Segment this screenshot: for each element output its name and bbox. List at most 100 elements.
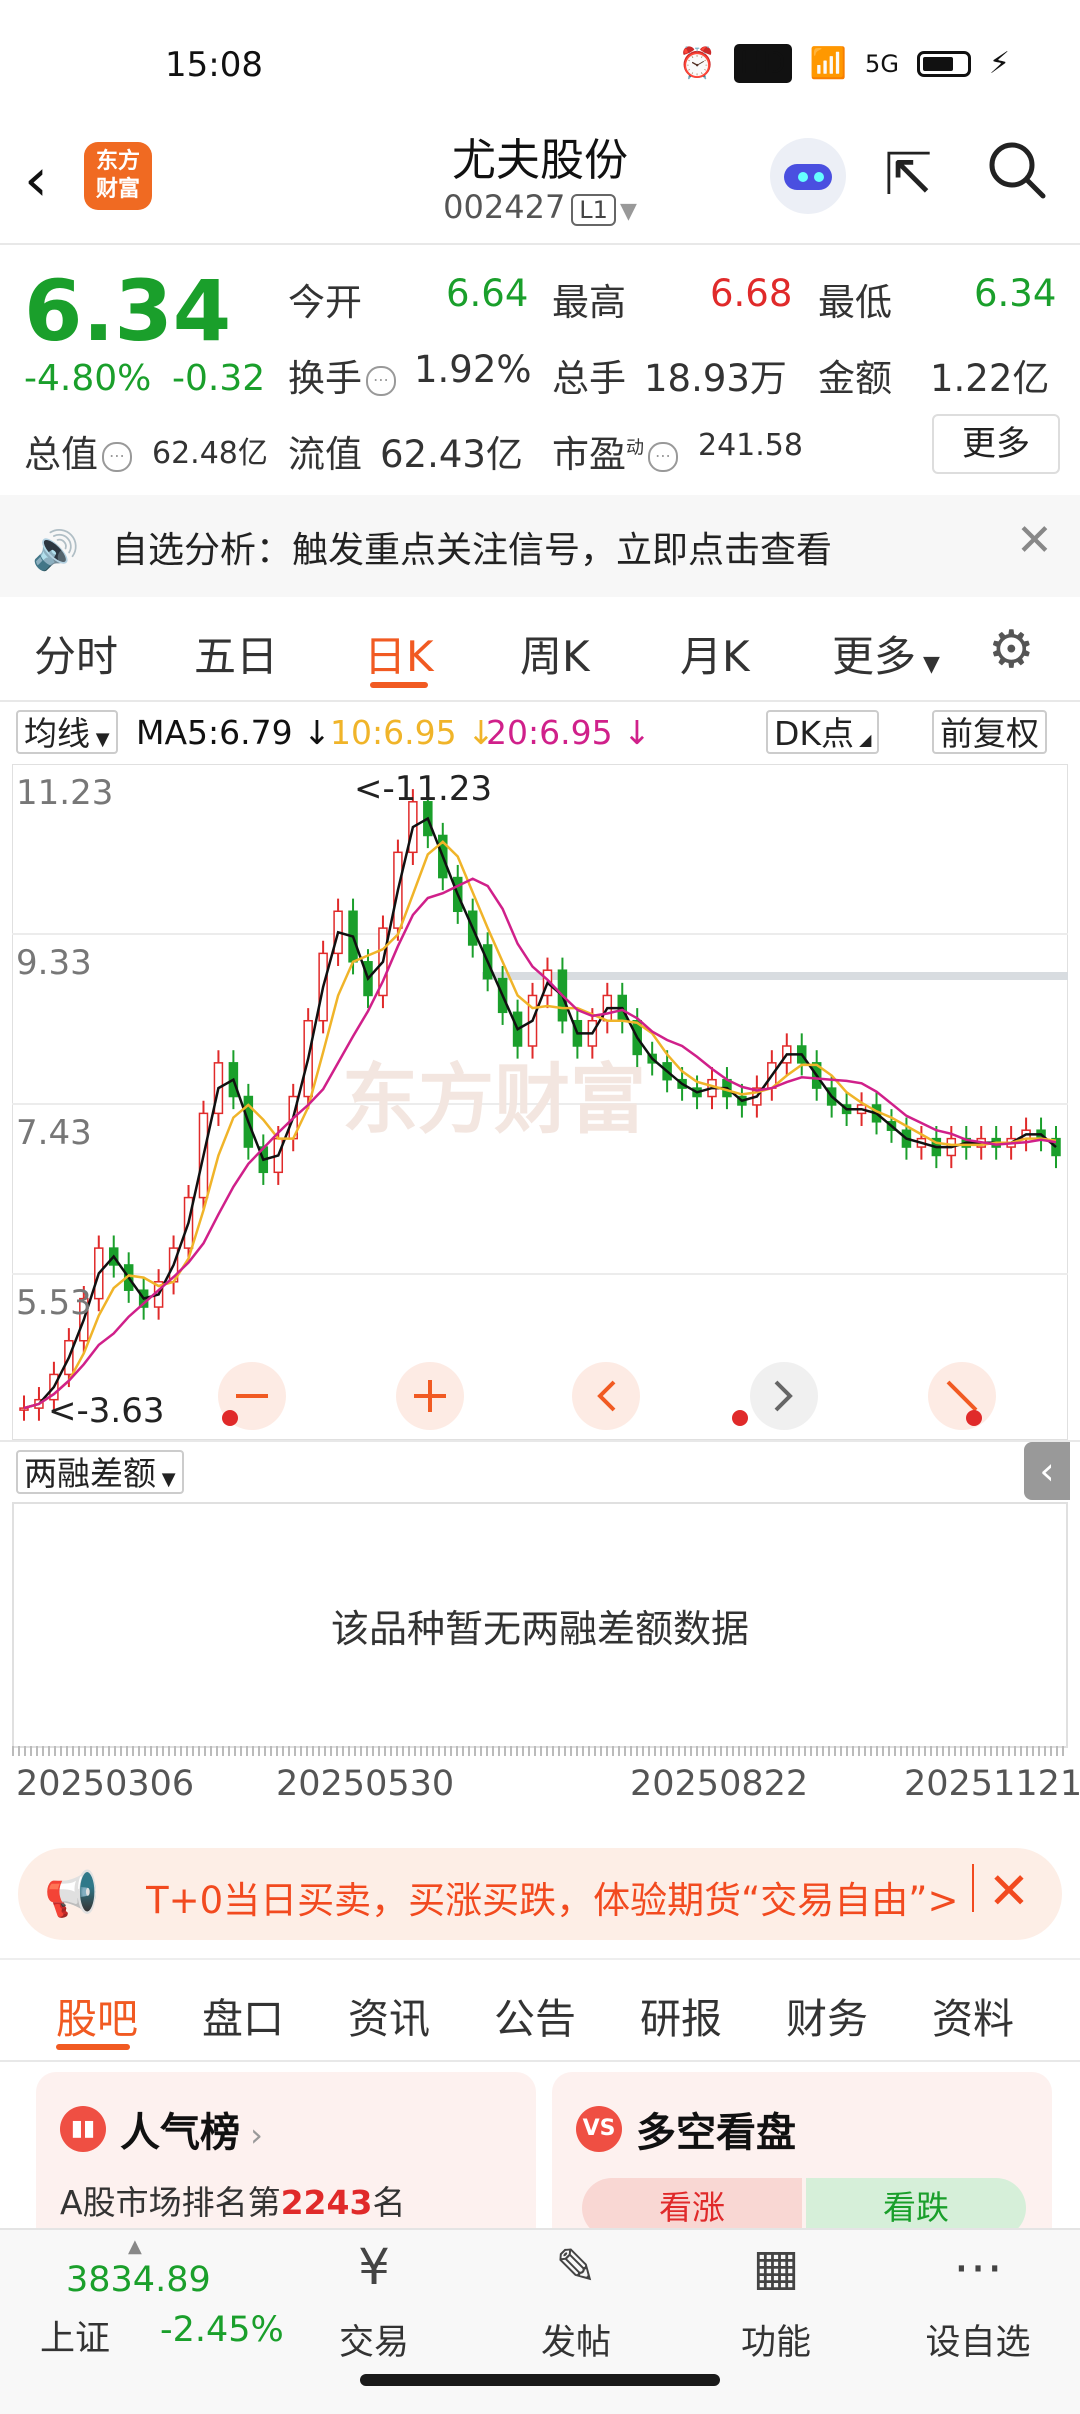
price-label-3: 7.43 <box>16 1113 92 1153</box>
grid-icon[interactable]: ▦ <box>716 2238 836 2296</box>
divider <box>0 243 1080 245</box>
margin-selector[interactable]: 两融差额 ▼ <box>16 1450 184 1494</box>
mktcap-label[interactable]: 总值 ⋯ <box>24 424 136 478</box>
expand-left-icon[interactable]: ‹ <box>1024 1442 1070 1500</box>
open-value: 6.64 <box>446 272 529 315</box>
home-indicator[interactable] <box>360 2374 720 2386</box>
speaker-icon: 🔊 <box>32 528 80 572</box>
status-time: 15:08 <box>165 45 263 85</box>
battery-icon <box>916 50 971 77</box>
turnover-value: 1.92% <box>414 348 532 391</box>
max-marker: <-11.23 <box>354 769 492 809</box>
info-icon: ⋯ <box>366 365 396 396</box>
volume-label: 总手 <box>552 357 626 400</box>
ma-selector[interactable]: 均线 ▼ <box>16 710 118 754</box>
nav-post[interactable]: 发帖 <box>516 2314 636 2365</box>
pe-value: 241.58 <box>698 428 803 463</box>
current-price: 6.34 <box>24 262 232 360</box>
edit-icon[interactable]: ✎ <box>516 2238 636 2296</box>
dropdown-icon: ▼ <box>619 199 637 224</box>
low-value: 6.34 <box>974 272 1057 315</box>
min-marker: <-3.63 <box>48 1391 164 1431</box>
nav-functions[interactable]: 功能 <box>716 2314 836 2365</box>
close-icon[interactable]: ✕ <box>1016 515 1053 566</box>
active-tab-underline <box>56 2044 130 2050</box>
float-label: 流值 <box>288 433 362 476</box>
search-icon[interactable] <box>985 138 1049 216</box>
robot-assistant-icon[interactable] <box>770 138 846 214</box>
tab-five-day[interactable]: 五日 <box>194 623 278 684</box>
nav-trade[interactable]: 交易 <box>314 2314 434 2365</box>
long-short-title: 多空看盘 <box>636 2110 796 2156</box>
tab-intraday[interactable]: 分时 <box>34 623 118 684</box>
adjust-button[interactable]: 前复权 <box>932 710 1047 754</box>
index-change[interactable]: -2.45% <box>160 2310 284 2350</box>
nav-add-watchlist[interactable]: 设自选 <box>918 2314 1038 2365</box>
date-label-4: 20251121 <box>904 1764 1080 1804</box>
caret-up-icon: ▲ <box>128 2236 142 2257</box>
rank-text: A股市场排名第2243名 <box>60 2183 406 2222</box>
promo-text[interactable]: T+0当日买卖，买涨买跌，体验期货“交易自由”> <box>146 1870 966 1924</box>
share-icon[interactable]: ⇱ <box>884 140 933 208</box>
popularity-title[interactable]: 人气榜 › <box>120 2100 263 2158</box>
volume-value: 18.93万 <box>644 357 787 400</box>
price-label-2: 9.33 <box>16 943 92 983</box>
high-label: 最高 <box>552 281 626 324</box>
turnover-label[interactable]: 换手 ⋯ <box>288 348 400 402</box>
more-dots-icon[interactable]: ⋯ <box>918 2238 1038 2296</box>
trade-icon[interactable]: ¥ <box>314 2238 434 2296</box>
status-icons: ⏰ HD 📶 5G ⚡ <box>679 44 1010 83</box>
charging-icon: ⚡ <box>988 46 1010 81</box>
tab-news[interactable]: 资讯 <box>348 1985 430 2045</box>
notice-text[interactable]: 自选分析：触发重点关注信号，立即点击查看 <box>112 521 832 573</box>
chart-bars-icon: ▮▮ <box>60 2106 106 2152</box>
signal-icon: 5G <box>865 49 899 78</box>
scroll-left-button[interactable] <box>572 1362 640 1430</box>
gear-icon[interactable]: ⚙ <box>988 620 1035 680</box>
amount-value: 1.22亿 <box>930 357 1050 400</box>
tab-orderbook[interactable]: 盘口 <box>202 1985 284 2045</box>
divider <box>0 1440 1080 1442</box>
tab-more[interactable]: 更多 ▼ <box>832 623 940 684</box>
hd-icon: HD <box>734 44 792 83</box>
scroll-right-button[interactable] <box>750 1362 818 1430</box>
megaphone-icon: 📢 <box>44 1869 99 1920</box>
alarm-icon: ⏰ <box>678 46 717 81</box>
tab-forum[interactable]: 股吧 <box>56 1985 138 2045</box>
fullscreen-button[interactable] <box>928 1362 996 1430</box>
divider <box>0 700 1080 702</box>
tab-daily-k[interactable]: 日K <box>364 623 434 684</box>
level-badge: L1 <box>571 194 616 226</box>
dk-point-button[interactable]: DK点 ◢ <box>766 710 880 754</box>
empty-message: 该品种暂无两融差额数据 <box>330 1607 749 1651</box>
close-icon[interactable]: ✕ <box>988 1862 1030 1920</box>
info-icon: ⋯ <box>648 441 678 472</box>
status-bar: 15:08 ⏰ HD 📶 5G ⚡ <box>0 0 1080 130</box>
low-label: 最低 <box>818 281 892 324</box>
divider <box>0 1958 1080 1960</box>
zoom-in-button[interactable] <box>396 1362 464 1430</box>
change-value: -0.32 <box>172 358 266 399</box>
vs-icon: VS <box>576 2106 622 2152</box>
index-value[interactable]: 3834.89 <box>66 2260 211 2300</box>
index-name[interactable]: 上证 <box>40 2310 110 2361</box>
date-label-3: 20250822 <box>630 1764 809 1804</box>
tab-research[interactable]: 研报 <box>640 1985 722 2045</box>
tab-profile[interactable]: 资料 <box>932 1985 1014 2045</box>
tab-monthly-k[interactable]: 月K <box>680 623 750 684</box>
tab-finance[interactable]: 财务 <box>786 1985 868 2045</box>
open-label: 今开 <box>288 281 362 324</box>
high-value: 6.68 <box>710 272 793 315</box>
change-percent: -4.80% <box>24 358 152 399</box>
tab-weekly-k[interactable]: 周K <box>520 623 590 684</box>
price-label-max: 11.23 <box>16 773 113 813</box>
price-label-4: 5.53 <box>16 1283 92 1323</box>
active-tab-underline <box>370 682 428 688</box>
amount-label: 金额 <box>818 357 892 400</box>
tab-announcements[interactable]: 公告 <box>494 1985 576 2045</box>
kline-chart[interactable]: 东方财富 11.23 9.33 7.43 5.53 <-11.23 <-3.63 <box>12 764 1068 1440</box>
date-label-1: 20250306 <box>16 1764 195 1804</box>
wifi-icon: 📶 <box>809 46 848 81</box>
more-button[interactable]: 更多 <box>932 414 1060 474</box>
pe-label[interactable]: 市盈动 ⋯ <box>552 424 682 478</box>
